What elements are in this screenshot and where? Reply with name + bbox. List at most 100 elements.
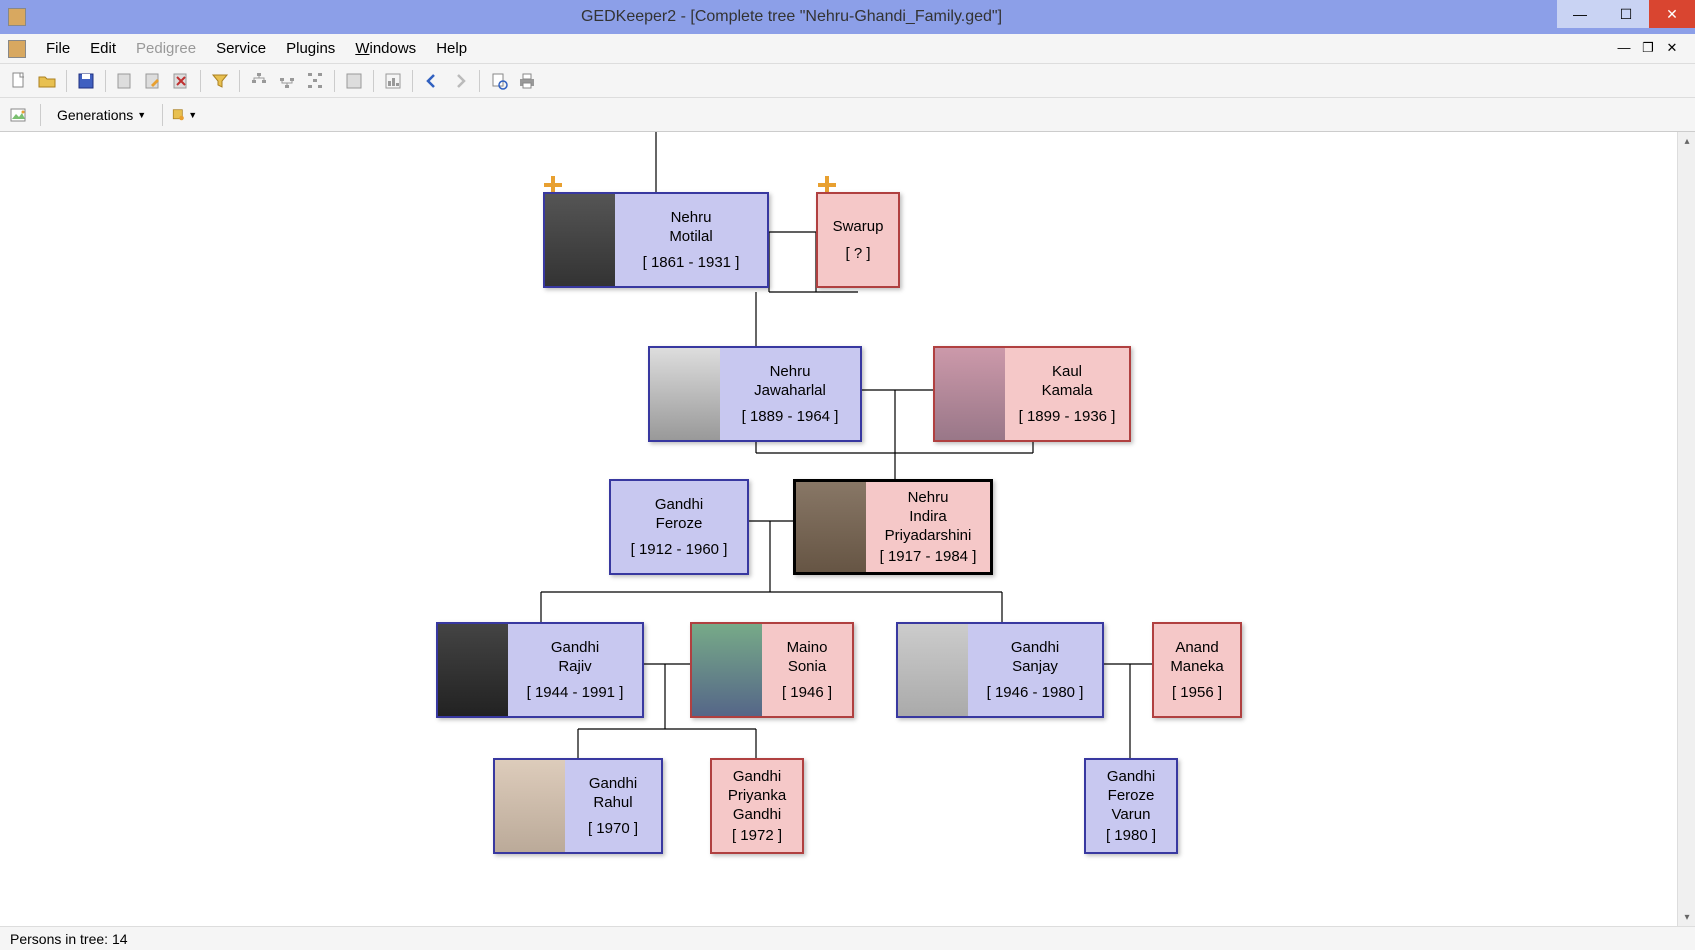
nav-forward-button[interactable] [447,68,473,94]
save-button[interactable] [73,68,99,94]
tree-both-button[interactable] [302,68,328,94]
menu-edit[interactable]: Edit [80,36,126,61]
statusbar: Persons in tree: 14 [0,926,1695,950]
person-node-indira[interactable]: Nehru Indira Priyadarshini [ 1917 - 1984… [793,479,993,575]
vertical-scrollbar[interactable]: ▴ ▾ [1677,132,1695,926]
person-info: Nehru Indira Priyadarshini [ 1917 - 1984… [866,482,990,572]
toolbar-main [0,64,1695,98]
toolbar-separator [200,70,201,92]
menu-help[interactable]: Help [426,36,477,61]
new-file-button[interactable] [6,68,32,94]
person-node-jawaharlal[interactable]: Nehru Jawaharlal [ 1889 - 1964 ] [648,346,862,442]
person-node-swarup[interactable]: Swarup [ ? ] [816,192,900,288]
person-name-line: Jawaharlal [754,382,826,401]
filter-button[interactable] [207,68,233,94]
person-portrait [495,760,565,852]
menu-windows[interactable]: Windows [345,36,426,61]
delete-record-button[interactable] [168,68,194,94]
person-dates: [ 1944 - 1991 ] [527,684,624,701]
person-info: Nehru Jawaharlal [ 1889 - 1964 ] [720,348,860,440]
person-dates: [ 1899 - 1936 ] [1019,408,1116,425]
toolbar-separator [105,70,106,92]
person-node-rahul[interactable]: Gandhi Rahul [ 1970 ] [493,758,663,854]
person-name-line: Feroze [1108,787,1155,806]
toolbar-separator [334,70,335,92]
person-dates: [ 1912 - 1960 ] [631,541,728,558]
print-button[interactable] [514,68,540,94]
scroll-down-icon[interactable]: ▾ [1678,908,1695,926]
person-node-varun[interactable]: Gandhi Feroze Varun [ 1980 ] [1084,758,1178,854]
stats-button[interactable] [380,68,406,94]
dropdown-arrow-icon: ▼ [188,110,197,120]
mdi-restore-button[interactable]: ❐ [1639,41,1657,57]
open-file-button[interactable] [34,68,60,94]
person-name-line: Anand [1175,639,1218,658]
person-name-line: Varun [1112,806,1151,825]
person-dates: [ 1889 - 1964 ] [742,408,839,425]
person-dates: [ 1861 - 1931 ] [643,254,740,271]
nav-back-button[interactable] [419,68,445,94]
dropdown-arrow-icon: ▼ [137,110,146,120]
person-name-line: Kamala [1042,382,1093,401]
person-name-line: Priyanka [728,787,786,806]
person-node-sonia[interactable]: Maino Sonia [ 1946 ] [690,622,854,718]
mdi-minimize-button[interactable]: — [1615,41,1633,57]
person-info: Nehru Motilal [ 1861 - 1931 ] [615,194,767,286]
toolbar-separator [162,104,163,126]
person-node-rajiv[interactable]: Gandhi Rajiv [ 1944 - 1991 ] [436,622,644,718]
person-info: Maino Sonia [ 1946 ] [762,624,852,716]
person-name-line: Priyadarshini [885,527,972,546]
menu-file[interactable]: File [36,36,80,61]
person-name-line: Swarup [833,218,884,237]
print-preview-button[interactable] [486,68,512,94]
person-node-kamala[interactable]: Kaul Kamala [ 1899 - 1936 ] [933,346,1131,442]
person-info: Gandhi Priyanka Gandhi [ 1972 ] [712,760,802,852]
person-dates: [ 1946 ] [782,684,832,701]
add-record-button[interactable] [112,68,138,94]
person-dates: [ 1970 ] [588,820,638,837]
window-controls: — ☐ ✕ [1557,0,1695,34]
toolbar-separator [412,70,413,92]
tree-canvas[interactable]: Nehru Motilal [ 1861 - 1931 ] Swarup [ ?… [0,132,1695,926]
mdi-icon [8,40,26,58]
person-portrait [438,624,508,716]
person-node-maneka[interactable]: Anand Maneka [ 1956 ] [1152,622,1242,718]
menu-pedigree[interactable]: Pedigree [126,36,206,61]
maximize-button[interactable]: ☐ [1603,0,1649,28]
toolbar-separator [373,70,374,92]
tree-ancestors-button[interactable] [246,68,272,94]
person-node-priyanka[interactable]: Gandhi Priyanka Gandhi [ 1972 ] [710,758,804,854]
person-node-motilal[interactable]: Nehru Motilal [ 1861 - 1931 ] [543,192,769,288]
person-portrait [935,348,1005,440]
close-button[interactable]: ✕ [1649,0,1695,28]
person-node-sanjay[interactable]: Gandhi Sanjay [ 1946 - 1980 ] [896,622,1104,718]
person-name-line: Maneka [1170,658,1223,677]
person-info: Gandhi Sanjay [ 1946 - 1980 ] [968,624,1102,716]
modes-dropdown[interactable]: ▼ [171,102,197,128]
person-name-line: Gandhi [655,496,703,515]
toolbar-separator [66,70,67,92]
menu-plugins[interactable]: Plugins [276,36,345,61]
pedigree-button[interactable] [341,68,367,94]
person-dates: [ 1972 ] [732,827,782,844]
tree-descendants-button[interactable] [274,68,300,94]
person-name-line: Nehru [770,363,811,382]
person-name-line: Nehru [671,209,712,228]
person-name-line: Kaul [1052,363,1082,382]
scroll-up-icon[interactable]: ▴ [1678,132,1695,150]
generations-dropdown[interactable]: Generations ▼ [49,104,154,126]
edit-record-button[interactable] [140,68,166,94]
person-name-line: Rahul [593,794,632,813]
person-name-line: Gandhi [551,639,599,658]
window-title: GEDKeeper2 - [Complete tree "Nehru-Ghand… [26,8,1557,26]
app-window: GEDKeeper2 - [Complete tree "Nehru-Ghand… [0,0,1695,950]
minimize-button[interactable]: — [1557,0,1603,28]
person-name-line: Feroze [656,515,703,534]
mdi-close-button[interactable]: ✕ [1663,41,1681,57]
person-name-line: Nehru [908,489,949,508]
menu-service[interactable]: Service [206,36,276,61]
toolbar-tree: Generations ▼ ▼ [0,98,1695,132]
person-name-line: Maino [787,639,828,658]
person-node-feroze[interactable]: Gandhi Feroze [ 1912 - 1960 ] [609,479,749,575]
image-save-button[interactable] [6,102,32,128]
